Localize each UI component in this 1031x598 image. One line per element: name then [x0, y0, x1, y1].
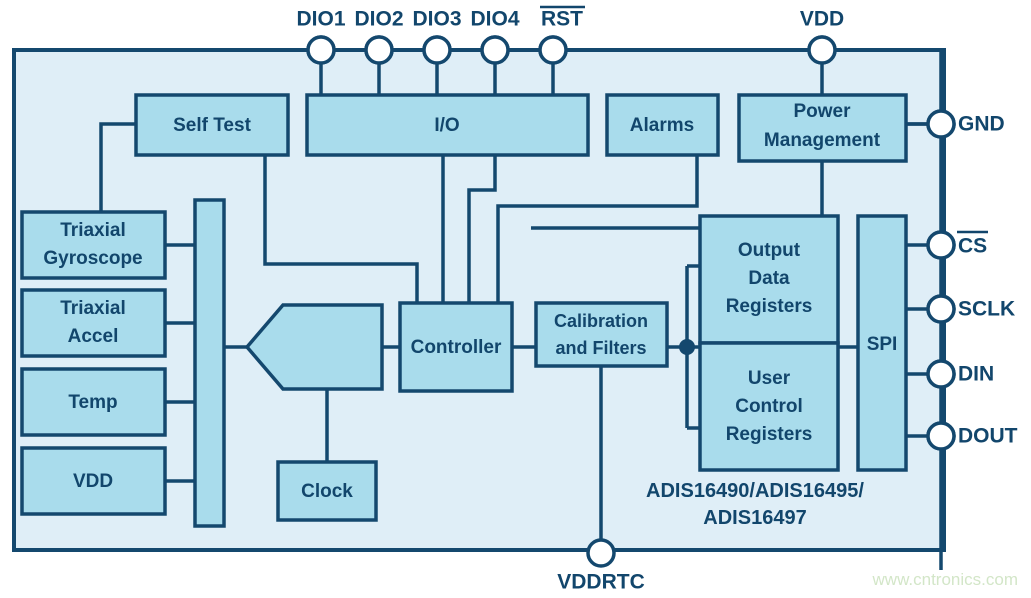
pin-circle-gnd-overlay[interactable] [926, 109, 956, 139]
pin-label-dio3: DIO3 [412, 8, 461, 31]
temp-label: Temp [68, 392, 117, 413]
output-data-registers-label-line2: Data [748, 268, 790, 289]
pin-label-gnd: GND [958, 113, 1005, 136]
pin-circle-din-overlay[interactable] [926, 359, 956, 389]
pin-label-sclk: SCLK [958, 298, 1015, 321]
clock-label: Clock [301, 481, 353, 502]
block-adc-bus[interactable] [193, 198, 226, 528]
user-control-registers-label-line3: Registers [726, 424, 813, 445]
pin-label-din: DIN [958, 363, 994, 386]
controller-label: Controller [411, 337, 502, 358]
io-label: I/O [434, 115, 459, 136]
calibration-output-junction-dot [679, 339, 695, 355]
user-control-registers-label-line2: Control [735, 396, 803, 417]
block-spi[interactable]: SPI [856, 214, 908, 472]
triaxial-gyroscope-label-line2: Gyroscope [43, 248, 142, 269]
output-data-registers-label-line1: Output [738, 240, 801, 261]
power-management-label-line2: Management [764, 130, 881, 151]
pin-label-dout: DOUT [958, 425, 1018, 448]
pin-circle-dio2-overlay[interactable] [364, 35, 394, 65]
block-triaxial-accel[interactable]: Triaxial Accel [20, 288, 167, 358]
output-data-registers-label-line3: Registers [726, 296, 813, 317]
pin-circle-sclk-overlay[interactable] [926, 294, 956, 324]
pin-circle-cs-overlay[interactable] [926, 230, 956, 260]
block-diagram-canvas: Self Test I/O Alarms Power Management Tr… [0, 0, 1031, 598]
pin-circle-vdd-overlay[interactable] [807, 35, 837, 65]
block-user-control-registers[interactable]: User Control Registers [698, 341, 840, 472]
pin-label-vddrtc: VDDRTC [557, 571, 645, 594]
calibration-label-line1: Calibration [554, 311, 648, 331]
triaxial-accel-label-line2: Accel [68, 326, 119, 347]
part-number-line2: ADIS16497 [703, 507, 806, 529]
pin-circle-rst-overlay[interactable] [538, 35, 568, 65]
user-control-registers-label-line1: User [748, 368, 791, 389]
pin-circle-dio3-overlay[interactable] [422, 35, 452, 65]
block-alarms[interactable]: Alarms [605, 93, 720, 157]
block-calibration-and-filters[interactable]: Calibration and Filters [534, 301, 669, 368]
functional-block-diagram: Self Test I/O Alarms Power Management Tr… [12, 5, 1018, 594]
block-self-test[interactable]: Self Test [134, 93, 290, 157]
part-number-line1: ADIS16490/ADIS16495/ [646, 480, 864, 502]
calibration-label-line2: and Filters [555, 338, 646, 358]
block-temp[interactable]: Temp [20, 367, 167, 437]
pin-circle-dio1-overlay[interactable] [306, 35, 336, 65]
pin-circle-dio4-overlay[interactable] [480, 35, 510, 65]
alarms-label: Alarms [630, 115, 694, 136]
power-management-label-line1: Power [793, 101, 851, 122]
block-output-data-registers[interactable]: Output Data Registers [698, 214, 840, 345]
watermark-text: www.cntronics.com [872, 570, 1018, 589]
block-vdd-sensor[interactable]: VDD [20, 446, 167, 516]
pin-circle-vddrtc[interactable] [586, 538, 616, 568]
triaxial-accel-label-line1: Triaxial [60, 298, 126, 319]
pin-circle-dout-overlay[interactable] [926, 421, 956, 451]
pin-label-rst: RST [541, 8, 583, 31]
pin-label-dio2: DIO2 [354, 8, 403, 31]
block-controller[interactable]: Controller [398, 301, 514, 393]
pin-label-dio4: DIO4 [470, 8, 519, 31]
vdd-sensor-label: VDD [73, 471, 113, 492]
block-power-management[interactable]: Power Management [737, 93, 908, 163]
block-clock[interactable]: Clock [276, 460, 378, 522]
triaxial-gyroscope-label-line1: Triaxial [60, 220, 126, 241]
self-test-label: Self Test [173, 115, 251, 136]
spi-label: SPI [867, 334, 898, 355]
block-io[interactable]: I/O [305, 93, 590, 157]
pin-label-vdd: VDD [800, 8, 844, 31]
pin-label-cs: CS [958, 235, 987, 258]
block-triaxial-gyroscope[interactable]: Triaxial Gyroscope [20, 210, 167, 280]
pin-label-dio1: DIO1 [296, 8, 345, 31]
